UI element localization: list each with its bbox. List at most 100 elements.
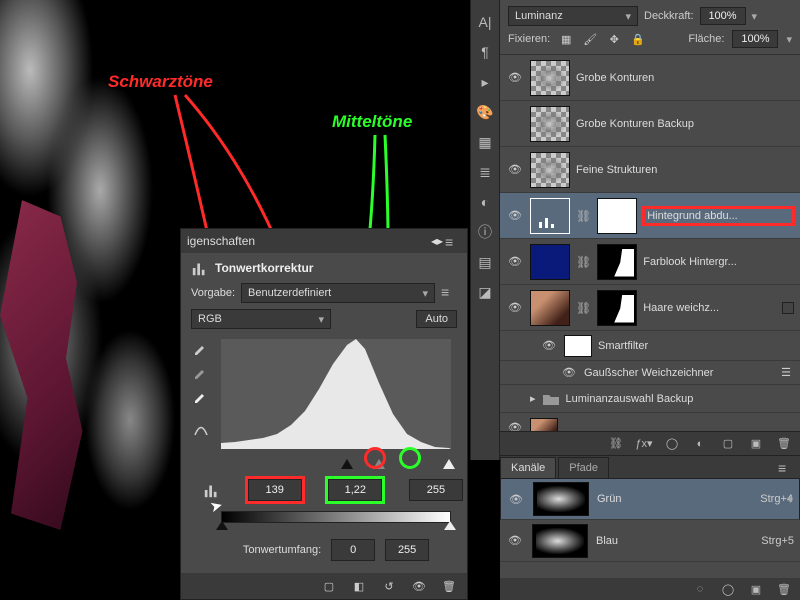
reset-icon[interactable]: ↺ xyxy=(381,578,397,594)
channel-row[interactable]: 👁 Grün Strg+4 xyxy=(500,478,800,520)
auto-button[interactable]: Auto xyxy=(416,310,457,328)
white-level-input[interactable]: 255 xyxy=(409,479,463,501)
styles-panel-icon[interactable]: ▤ xyxy=(477,254,493,270)
new-layer-icon[interactable]: ▣ xyxy=(748,436,764,452)
filter-options-icon[interactable]: ☰ xyxy=(778,365,794,381)
visibility-toggle-icon[interactable]: 👁 xyxy=(506,532,524,550)
channel-row[interactable]: 👁 Blau Strg+5 xyxy=(500,520,800,562)
visibility-toggle-icon[interactable]: 👁 xyxy=(506,419,524,432)
layer-row[interactable]: Grobe Konturen Backup xyxy=(500,101,800,147)
delete-layer-icon[interactable]: 🗑 xyxy=(776,436,792,452)
new-channel-icon[interactable]: ▣ xyxy=(748,581,764,597)
save-selection-icon[interactable]: ◯ xyxy=(720,581,736,597)
layer-name-highlighted[interactable]: Hintegrund abdu... xyxy=(643,207,794,225)
add-mask-icon[interactable]: ◯ xyxy=(664,436,680,452)
black-point-slider[interactable] xyxy=(341,459,353,469)
adjustment-thumbnail[interactable] xyxy=(530,244,570,280)
panel-menu-icon[interactable] xyxy=(778,464,794,474)
history-panel-icon[interactable]: ≣ xyxy=(477,164,493,180)
visibility-toggle-icon[interactable]: 👁 xyxy=(506,69,524,87)
visibility-toggle-icon[interactable] xyxy=(506,115,524,133)
layer-mask-thumbnail[interactable] xyxy=(597,244,637,280)
link-layers-icon[interactable]: ⛓ xyxy=(608,436,624,452)
swatches-panel-icon[interactable]: 🎨 xyxy=(477,104,493,120)
channel-thumbnail[interactable] xyxy=(532,524,588,558)
eyedropper-black-icon[interactable] xyxy=(193,339,209,355)
eyedropper-white-icon[interactable] xyxy=(193,387,209,403)
visibility-toggle-icon[interactable]: 👁 xyxy=(506,253,524,271)
layer-thumbnail[interactable] xyxy=(530,152,570,188)
channel-select[interactable]: RGB xyxy=(191,309,331,329)
mid-level-input[interactable]: 1,22 xyxy=(328,479,382,501)
smart-filter-row[interactable]: 👁 Smartfilter xyxy=(500,331,800,361)
layer-mask-thumbnail[interactable] xyxy=(597,198,637,234)
new-group-icon[interactable]: ▢ xyxy=(720,436,736,452)
clip-to-layer-icon[interactable]: ▢ xyxy=(321,578,337,594)
output-low-input[interactable]: 0 xyxy=(331,539,375,561)
visibility-toggle-icon[interactable]: 👁 xyxy=(507,490,525,508)
layer-mask-thumbnail[interactable] xyxy=(597,290,637,326)
delete-adjustment-icon[interactable]: 🗑 xyxy=(441,578,457,594)
disclosure-triangle-icon[interactable]: ▸ xyxy=(530,392,536,405)
panel-collapse-icon[interactable]: ◂▸ xyxy=(429,233,445,249)
lock-transparency-icon[interactable]: ▦ xyxy=(558,31,574,47)
layer-row[interactable]: 👁 ⛓ Farblook Hintergr... xyxy=(500,239,800,285)
black-level-input[interactable]: 139 xyxy=(248,479,302,501)
layer-row-selected[interactable]: 👁 ⛓ Hintegrund abdu... xyxy=(500,193,800,239)
edit-curve-icon[interactable] xyxy=(193,421,209,437)
link-icon[interactable]: ⛓ xyxy=(576,209,591,223)
panel-menu-icon[interactable] xyxy=(445,236,461,246)
fill-input[interactable]: 100% xyxy=(732,30,778,48)
layer-thumbnail[interactable] xyxy=(530,418,558,432)
toggle-visibility-icon[interactable]: 👁 xyxy=(411,578,427,594)
visibility-toggle-icon[interactable]: 👁 xyxy=(560,364,578,382)
delete-channel-icon[interactable]: 🗑 xyxy=(776,581,792,597)
link-icon[interactable]: ⛓ xyxy=(576,255,591,269)
preset-select[interactable]: Benutzerdefiniert xyxy=(241,283,435,303)
smart-filter-item[interactable]: 👁 Gaußscher Weichzeichner ☰ xyxy=(500,361,800,385)
output-white-slider[interactable] xyxy=(444,521,456,530)
visibility-toggle-icon[interactable]: 👁 xyxy=(506,207,524,225)
visibility-toggle-icon[interactable]: 👁 xyxy=(540,337,558,355)
lock-position-icon[interactable]: ✥ xyxy=(606,31,622,47)
channel-thumbnail[interactable] xyxy=(533,482,589,516)
layer-row[interactable]: 👁 xyxy=(500,413,800,431)
tab-channels[interactable]: Kanäle xyxy=(500,457,556,478)
lock-all-icon[interactable]: 🔒 xyxy=(630,31,646,47)
output-black-slider[interactable] xyxy=(216,521,228,530)
layer-row[interactable]: 👁 Feine Strukturen xyxy=(500,147,800,193)
view-previous-icon[interactable]: ◧ xyxy=(351,578,367,594)
character-panel-icon[interactable]: A| xyxy=(477,14,493,30)
adjustment-thumbnail[interactable] xyxy=(530,198,570,234)
visibility-toggle-icon[interactable]: 👁 xyxy=(506,161,524,179)
layer-effects-icon[interactable]: ƒx▾ xyxy=(636,436,652,452)
info-panel-icon[interactable]: ⓘ xyxy=(477,224,493,240)
eyedropper-gray-icon[interactable] xyxy=(193,363,209,379)
tab-paths[interactable]: Pfade xyxy=(558,457,609,478)
load-selection-icon[interactable]: ◌ xyxy=(692,581,708,597)
actions-panel-icon[interactable]: ▸ xyxy=(477,74,493,90)
navigator-panel-icon[interactable]: ▦ xyxy=(477,134,493,150)
visibility-toggle-icon[interactable] xyxy=(506,390,524,408)
preset-menu-icon[interactable] xyxy=(441,288,457,298)
adjustments-panel-icon[interactable]: ◐ xyxy=(477,194,493,210)
visibility-toggle-icon[interactable]: 👁 xyxy=(506,299,524,317)
new-adjustment-icon[interactable]: ◐ xyxy=(692,436,708,452)
opacity-input[interactable]: 100% xyxy=(700,7,746,25)
layer-row[interactable]: 👁 Grobe Konturen xyxy=(500,55,800,101)
layer-thumbnail[interactable] xyxy=(530,60,570,96)
layer-group-row[interactable]: ▸ Luminanzauswahl Backup xyxy=(500,385,800,413)
lock-paint-icon[interactable]: 🖌 xyxy=(582,31,598,47)
histogram[interactable] xyxy=(221,339,451,449)
layer-thumbnail[interactable] xyxy=(530,106,570,142)
output-high-input[interactable]: 255 xyxy=(385,539,429,561)
layer-row[interactable]: 👁 ⛓ Haare weichz... xyxy=(500,285,800,331)
blend-mode-select[interactable]: Luminanz xyxy=(508,6,638,26)
paragraph-panel-icon[interactable]: ¶ xyxy=(477,44,493,60)
output-gradient[interactable] xyxy=(221,511,451,523)
filter-mask-thumbnail[interactable] xyxy=(564,335,592,357)
color-panel-icon[interactable]: ◪ xyxy=(477,284,493,300)
layer-thumbnail[interactable] xyxy=(530,290,570,326)
link-icon[interactable]: ⛓ xyxy=(576,301,591,315)
white-point-slider[interactable] xyxy=(443,459,455,469)
